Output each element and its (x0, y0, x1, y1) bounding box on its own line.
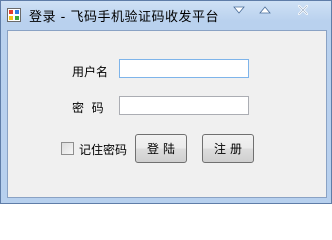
login-window: 登录 - 飞码手机验证码收发平台 用户名 密 码 记住密码 登陆 注册 (0, 0, 332, 204)
username-input[interactable] (119, 59, 249, 78)
username-label: 用户名 (72, 65, 109, 79)
maximize-icon[interactable] (255, 3, 275, 17)
app-icon[interactable] (7, 7, 21, 22)
password-input[interactable] (119, 96, 249, 115)
title-bar[interactable]: 登录 - 飞码手机验证码收发平台 (1, 1, 331, 29)
remember-password-checkbox[interactable] (61, 142, 74, 155)
client-area: 用户名 密 码 记住密码 登陆 注册 (7, 30, 327, 198)
minimize-icon[interactable] (229, 3, 249, 17)
password-label: 密 码 (72, 101, 104, 115)
remember-password-label[interactable]: 记住密码 (79, 141, 127, 158)
close-icon[interactable] (293, 3, 313, 17)
login-button[interactable]: 登陆 (135, 134, 187, 163)
register-button[interactable]: 注册 (202, 134, 254, 163)
window-title: 登录 - 飞码手机验证码收发平台 (29, 10, 219, 25)
